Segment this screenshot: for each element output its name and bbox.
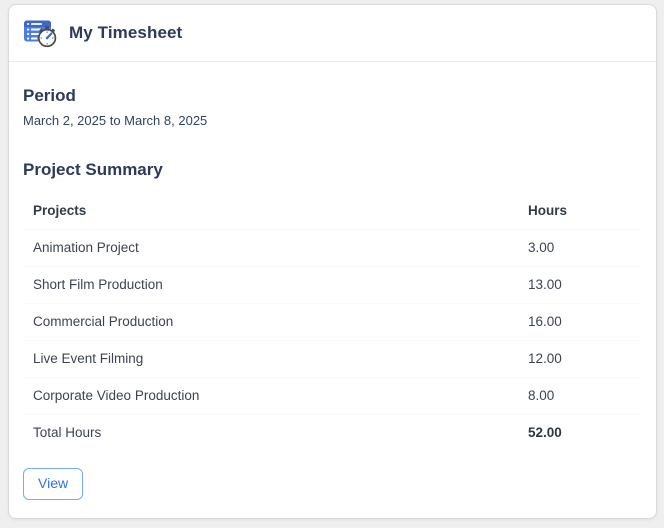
project-hours: 12.00 (518, 341, 642, 378)
total-row: Total Hours 52.00 (23, 414, 642, 451)
card-header: My Timesheet (9, 5, 656, 62)
table-row: Commercial Production 16.00 (23, 304, 642, 341)
project-hours: 16.00 (518, 304, 642, 341)
period-range: March 2, 2025 to March 8, 2025 (23, 113, 208, 128)
column-header-hours: Hours (518, 193, 642, 230)
project-name: Commercial Production (23, 304, 518, 341)
project-hours: 8.00 (518, 378, 642, 415)
card-title: My Timesheet (69, 23, 183, 42)
table-row: Live Event Filming 12.00 (23, 341, 642, 378)
table-row: Short Film Production 13.00 (23, 267, 642, 304)
column-header-projects: Projects (23, 193, 518, 230)
card-body: Period March 2, 2025 to March 8, 2025 Pr… (9, 86, 656, 500)
project-name: Short Film Production (23, 267, 518, 304)
project-summary-table: Projects Hours Animation Project 3.00 Sh… (23, 193, 642, 451)
table-header-row: Projects Hours (23, 193, 642, 230)
table-row: Corporate Video Production 8.00 (23, 378, 642, 415)
project-name: Live Event Filming (23, 341, 518, 378)
total-label: Total Hours (23, 414, 518, 451)
project-name: Animation Project (23, 230, 518, 267)
project-summary-heading: Project Summary (23, 160, 163, 179)
timesheet-stopwatch-icon (23, 18, 59, 50)
table-row: Animation Project 3.00 (23, 230, 642, 267)
total-hours-value: 52.00 (518, 414, 642, 451)
view-button[interactable]: View (23, 468, 84, 500)
period-heading: Period (23, 86, 76, 105)
project-hours: 3.00 (518, 230, 642, 267)
project-hours: 13.00 (518, 267, 642, 304)
project-name: Corporate Video Production (23, 378, 518, 415)
my-timesheet-card: My Timesheet Period March 2, 2025 to Mar… (8, 4, 657, 519)
